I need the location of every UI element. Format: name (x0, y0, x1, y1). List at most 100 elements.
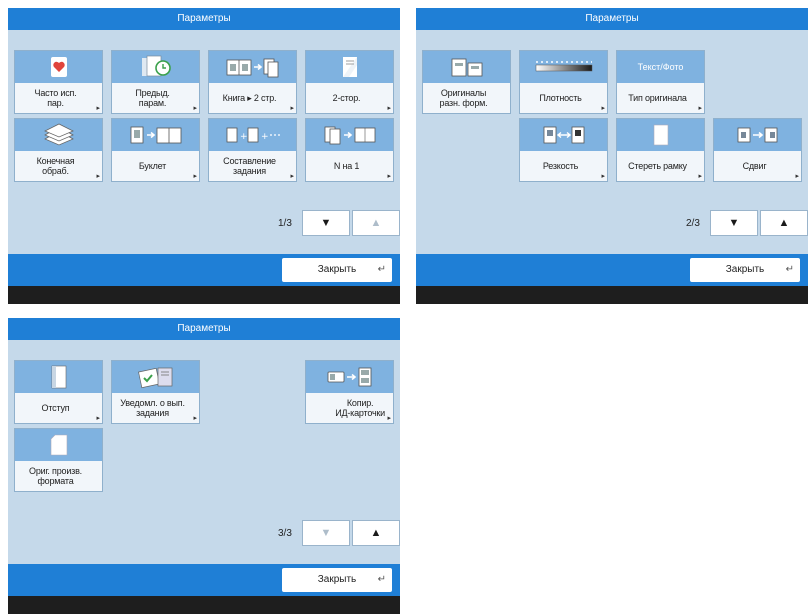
submenu-arrow-icon: ▸ (601, 105, 605, 112)
submenu-arrow-icon: ▸ (387, 173, 391, 180)
submenu-arrow-icon: ▸ (290, 105, 294, 112)
scroll-down-button[interactable]: ▼ (302, 520, 350, 546)
heart-document-icon (15, 51, 102, 83)
tile-original-type[interactable]: Текст/Фото Тип оригинала ▸ (616, 50, 705, 114)
tile-label: Часто исп. пар. (34, 88, 77, 108)
submenu-arrow-icon: ▸ (96, 105, 100, 112)
options-panel-page-3: Параметры Отступ ▸ Уведомл. о вып. задан… (8, 318, 400, 614)
submenu-arrow-icon: ▸ (193, 173, 197, 180)
page-indicator: 1/3 (278, 218, 292, 229)
booklet-icon (112, 119, 199, 151)
id-card-copy-icon (306, 361, 393, 393)
bottom-bar: Закрыть ↵ (416, 254, 808, 286)
tile-density[interactable]: Плотность ▸ (519, 50, 608, 114)
job-notify-icon (112, 361, 199, 393)
panel-title: Параметры (8, 8, 400, 30)
submenu-arrow-icon: ▸ (96, 173, 100, 180)
tile-margin[interactable]: Отступ ▸ (14, 360, 103, 424)
scroll-up-button[interactable]: ▲ (352, 210, 400, 236)
free-size-original-icon (15, 429, 102, 461)
tile-label: Буклет (138, 161, 167, 171)
mixed-originals-icon (423, 51, 510, 83)
tile-label: 2-стор. (332, 93, 361, 103)
book-to-pages-icon (209, 51, 296, 83)
submenu-arrow-icon: ▸ (698, 173, 702, 180)
finishing-stack-icon (15, 119, 102, 151)
bottom-bar: Закрыть ↵ (8, 564, 400, 596)
tile-label: Резкость (542, 161, 579, 171)
enter-icon: ↵ (785, 264, 794, 275)
submenu-arrow-icon: ▸ (290, 173, 294, 180)
n-on-1-icon (306, 119, 393, 151)
erase-frame-icon (617, 119, 704, 151)
submenu-arrow-icon: ▸ (698, 105, 702, 112)
tile-label: Уведомл. о вып. задания (120, 398, 185, 418)
two-sided-icon (306, 51, 393, 83)
submenu-arrow-icon: ▸ (193, 105, 197, 112)
tile-booklet[interactable]: Буклет ▸ (111, 118, 200, 182)
enter-icon: ↵ (377, 574, 386, 585)
close-button[interactable]: Закрыть ↵ (282, 568, 392, 592)
tile-job-build[interactable]: + + Составление задания ▸ (208, 118, 297, 182)
tile-different-size-originals[interactable]: Оригиналы разн. форм. (422, 50, 511, 114)
tile-label: Сдвиг (742, 161, 767, 171)
tile-free-size-originals[interactable]: Ориг. произв. формата (14, 428, 103, 492)
tile-label: Ориг. произв. формата (29, 466, 82, 486)
tile-shift[interactable]: Сдвиг ▸ (713, 118, 802, 182)
svg-text:+: + (240, 132, 248, 142)
options-panel-page-1: Параметры Часто исп. пар. ▸ Предыд. пара… (8, 8, 400, 304)
tile-id-card-copy[interactable]: Копир. ИД-карточки ▸ (305, 360, 394, 424)
tile-label: Плотность (539, 93, 582, 103)
close-label: Закрыть (317, 574, 357, 585)
scroll-up-button[interactable]: ▲ (760, 210, 808, 236)
sharpness-icon (520, 119, 607, 151)
text-photo-icon: Текст/Фото (617, 51, 704, 83)
close-button[interactable]: Закрыть ↵ (690, 258, 800, 282)
margin-icon (15, 361, 102, 393)
scroll-down-button[interactable]: ▼ (710, 210, 758, 236)
scroll-down-button[interactable]: ▼ (302, 210, 350, 236)
tile-previous-settings[interactable]: Предыд. парам. ▸ (111, 50, 200, 114)
bottom-bar: Закрыть ↵ (8, 254, 400, 286)
panel-title: Параметры (8, 318, 400, 340)
close-button[interactable]: Закрыть ↵ (282, 258, 392, 282)
page-indicator: 3/3 (278, 528, 292, 539)
tile-label: Предыд. парам. (135, 88, 170, 108)
density-slider-icon (520, 51, 607, 83)
close-label: Закрыть (725, 264, 765, 275)
status-strip (416, 286, 808, 304)
tile-job-done-notice[interactable]: Уведомл. о вып. задания ▸ (111, 360, 200, 424)
scroll-up-button[interactable]: ▲ (352, 520, 400, 546)
job-build-icon: + + (209, 119, 296, 151)
tile-label: Копир. ИД-карточки (335, 398, 385, 418)
tile-label: N на 1 (333, 161, 360, 171)
svg-text:+: + (261, 132, 269, 142)
status-strip (8, 286, 400, 304)
tile-finishing[interactable]: Конечная обраб. ▸ (14, 118, 103, 182)
enter-icon: ↵ (377, 264, 386, 275)
clock-document-icon (112, 51, 199, 83)
page-indicator: 2/3 (686, 218, 700, 229)
options-panel-page-2: Параметры Оригиналы разн. форм. Плотност… (416, 8, 808, 304)
submenu-arrow-icon: ▸ (601, 173, 605, 180)
submenu-arrow-icon: ▸ (96, 415, 100, 422)
tile-label: Стереть рамку (628, 161, 687, 171)
tile-n-on-1[interactable]: N на 1 ▸ (305, 118, 394, 182)
shift-icon (714, 119, 801, 151)
tile-sharpness[interactable]: Резкость ▸ (519, 118, 608, 182)
icon-text: Текст/Фото (637, 62, 684, 72)
tile-erase-frame[interactable]: Стереть рамку ▸ (616, 118, 705, 182)
submenu-arrow-icon: ▸ (795, 173, 799, 180)
tile-label: Тип оригинала (628, 93, 687, 103)
tile-label: Отступ (41, 403, 70, 413)
tile-favorite-settings[interactable]: Часто исп. пар. ▸ (14, 50, 103, 114)
tile-book-to-2-pages[interactable]: Книга ▸ 2 стр. ▸ (208, 50, 297, 114)
tile-label: Оригиналы разн. форм. (439, 88, 488, 108)
panel-title: Параметры (416, 8, 808, 30)
tile-2-sided[interactable]: 2-стор. ▸ (305, 50, 394, 114)
submenu-arrow-icon: ▸ (193, 415, 197, 422)
status-strip (8, 596, 400, 614)
close-label: Закрыть (317, 264, 357, 275)
submenu-arrow-icon: ▸ (387, 105, 391, 112)
tile-label: Конечная обраб. (36, 156, 75, 176)
